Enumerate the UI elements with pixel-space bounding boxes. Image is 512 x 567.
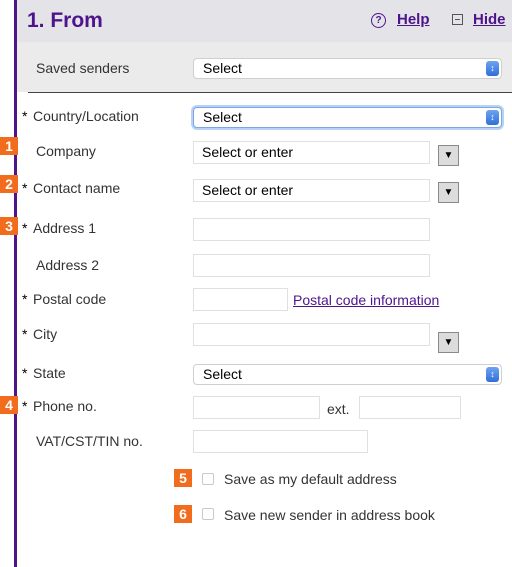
saved-senders-value: Select — [203, 60, 242, 76]
save-sender-label[interactable]: Save new sender in address book — [224, 507, 435, 523]
select-arrows-icon: ↕ — [486, 110, 499, 125]
city-dropdown-button[interactable]: ▼ — [438, 332, 459, 353]
help-circle-icon[interactable]: ? — [371, 13, 386, 28]
address2-input[interactable] — [193, 254, 430, 277]
section-title: 1. From — [27, 9, 103, 32]
required-marker: * — [22, 180, 28, 196]
required-marker: * — [22, 365, 28, 381]
help-link[interactable]: Help — [397, 11, 430, 28]
state-value: Select — [203, 366, 242, 382]
step-badge-1: 1 — [0, 137, 18, 155]
hide-link[interactable]: Hide — [473, 11, 506, 28]
collapse-square-icon[interactable] — [452, 14, 463, 25]
step-badge-6: 6 — [174, 505, 192, 523]
company-label: Company — [36, 143, 96, 159]
company-dropdown-button[interactable]: ▼ — [438, 145, 459, 166]
phone-input[interactable] — [193, 396, 320, 419]
select-arrows-icon: ↕ — [486, 367, 499, 382]
step-badge-2: 2 — [0, 175, 18, 193]
postal-code-label: Postal code — [33, 291, 107, 307]
required-marker: * — [22, 108, 28, 124]
required-marker: * — [22, 398, 28, 414]
select-arrows-icon: ↕ — [486, 61, 499, 76]
vat-label: VAT/CST/TIN no. — [36, 433, 143, 449]
phone-ext-input[interactable] — [359, 396, 461, 419]
company-placeholder: Select or enter — [202, 144, 294, 160]
step-badge-3: 3 — [0, 217, 18, 235]
step-badge-5: 5 — [174, 469, 192, 487]
saved-senders-label: Saved senders — [36, 60, 130, 76]
required-marker: * — [22, 291, 28, 307]
default-address-label[interactable]: Save as my default address — [224, 471, 397, 487]
required-marker: * — [22, 220, 28, 236]
vat-input[interactable] — [193, 430, 368, 453]
country-select[interactable]: Select ↕ — [193, 107, 502, 128]
contact-dropdown-button[interactable]: ▼ — [438, 182, 459, 203]
contact-name-label: Contact name — [33, 180, 121, 196]
contact-name-input[interactable]: Select or enter — [193, 179, 430, 202]
section-header: 1. From ? Help Hide — [17, 0, 512, 42]
address2-label: Address 2 — [36, 257, 100, 273]
state-label: State — [33, 365, 66, 381]
default-address-checkbox[interactable] — [202, 473, 214, 485]
country-label: Country/Location — [33, 108, 139, 124]
city-label: City — [33, 326, 58, 342]
step-badge-4: 4 — [0, 396, 18, 414]
postal-code-input[interactable] — [193, 288, 288, 311]
state-select[interactable]: Select ↕ — [193, 364, 502, 385]
chevron-down-icon: ▼ — [443, 337, 454, 348]
address1-label: Address 1 — [33, 220, 97, 236]
required-marker: * — [22, 326, 28, 342]
divider — [28, 92, 512, 93]
company-input[interactable]: Select or enter — [193, 141, 430, 164]
chevron-down-icon: ▼ — [443, 187, 454, 198]
city-input[interactable] — [193, 323, 430, 346]
country-value: Select — [203, 109, 242, 125]
contact-name-placeholder: Select or enter — [202, 182, 294, 198]
phone-ext-label: ext. — [327, 401, 350, 417]
postal-code-info-link[interactable]: Postal code information — [293, 292, 439, 308]
saved-senders-select[interactable]: Select ↕ — [193, 58, 502, 79]
address1-input[interactable] — [193, 218, 430, 241]
save-sender-checkbox[interactable] — [202, 508, 214, 520]
chevron-down-icon: ▼ — [443, 150, 454, 161]
phone-label: Phone no. — [33, 398, 97, 414]
